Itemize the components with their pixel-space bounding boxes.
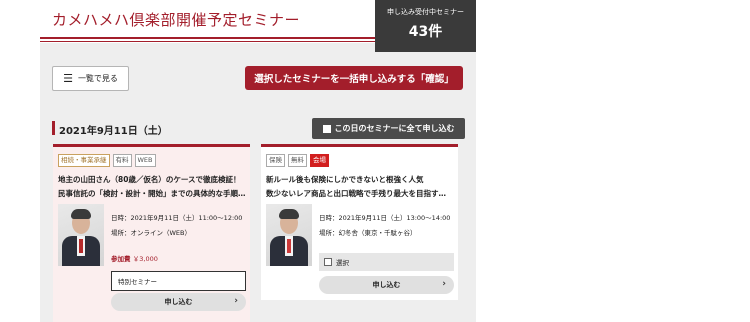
- header-divider-thin: [40, 41, 375, 42]
- seminar-title[interactable]: 新ルール後も保険にしかできないと根強く人気 数少ないレア商品と出口戦略で手残り最…: [266, 173, 454, 201]
- seminar-title-line2: 数少ないレア商品と出口戦略で手残り最大を目指す…: [266, 189, 446, 198]
- list-view-button[interactable]: ☰ 一覧で見る: [52, 66, 129, 91]
- apply-label: 申し込む: [164, 298, 193, 306]
- seminar-card[interactable]: 相続・事業承継 有料 WEB 地主の山田さん（80歳／仮名）のケースで徹底検証！…: [53, 144, 250, 322]
- apply-label: 申し込む: [372, 281, 401, 289]
- chevron-right-icon: ›: [442, 279, 446, 289]
- price-tag: 無料: [288, 154, 307, 167]
- checkbox-icon: [322, 124, 331, 133]
- menu-icon: ☰: [63, 72, 73, 85]
- apply-all-day-button[interactable]: この日のセミナーに全て申し込む: [312, 118, 465, 139]
- apply-button[interactable]: 申し込む ›: [319, 276, 454, 294]
- fee-value: ￥3,000: [132, 255, 158, 263]
- seminar-datetime: 日時：2021年9月11日（土）13:00～14:00: [319, 214, 451, 222]
- open-seminar-count: 申し込み受付中セミナー 43件: [375, 0, 476, 52]
- checkbox-icon[interactable]: [324, 258, 332, 266]
- seminar-card[interactable]: 保険 無料 会場 新ルール後も保険にしかできないと根強く人気 数少ないレア商品と…: [261, 144, 458, 300]
- seminar-venue: 場所：オンライン（WEB）: [111, 229, 191, 237]
- category-tag: 保険: [266, 154, 285, 167]
- seminar-title[interactable]: 地主の山田さん（80歳／仮名）のケースで徹底検証！ 民事信託の「検討・設計・開始…: [58, 173, 246, 201]
- chevron-right-icon: ›: [234, 296, 238, 306]
- header-divider: [40, 37, 375, 39]
- list-view-label: 一覧で見る: [77, 74, 118, 83]
- tag-list: 相続・事業承継 有料 WEB: [58, 154, 156, 167]
- fee-caption: 参加費: [111, 255, 131, 263]
- apply-button[interactable]: 申し込む ›: [111, 293, 246, 311]
- count-value: 43件: [408, 24, 443, 40]
- page-title: カメハメハ倶楽部開催予定セミナー: [52, 11, 301, 29]
- price-tag: 有料: [112, 154, 132, 167]
- speaker-photo: [58, 204, 104, 266]
- seminar-page: カメハメハ倶楽部開催予定セミナー 申し込み受付中セミナー 43件 ☰ 一覧で見る…: [40, 0, 476, 322]
- seminar-datetime: 日時：2021年9月11日（土）11:00～12:00: [111, 214, 243, 222]
- seminar-type-box: 特別セミナー: [111, 271, 246, 291]
- date-marker: [52, 121, 55, 135]
- select-checkbox[interactable]: 選択: [319, 253, 454, 271]
- tag-list: 保険 無料 会場: [266, 154, 329, 167]
- bulk-apply-button[interactable]: 選択したセミナーを一括申し込みする「確認」: [245, 66, 463, 90]
- speaker-photo: [266, 204, 312, 266]
- seminar-title-line1: 新ルール後も保険にしかできないと根強く人気: [266, 175, 424, 184]
- select-label: 選択: [336, 259, 349, 267]
- count-label: 申し込み受付中セミナー: [387, 8, 464, 16]
- format-tag: WEB: [134, 154, 156, 167]
- format-tag: 会場: [310, 154, 329, 167]
- category-tag: 相続・事業承継: [58, 154, 110, 167]
- date-heading: 2021年9月11日（土）: [59, 126, 168, 137]
- seminar-venue: 場所：幻冬舎（東京・千駄ヶ谷）: [319, 229, 417, 237]
- apply-all-day-label: この日のセミナーに全て申し込む: [334, 124, 455, 133]
- fee-label: 参加費 ￥3,000: [111, 253, 158, 263]
- seminar-title-line1: 地主の山田さん（80歳／仮名）のケースで徹底検証！: [58, 175, 241, 184]
- seminar-title-line2: 民事信託の「検討・設計・開始」までの具体的な手順…: [58, 189, 246, 198]
